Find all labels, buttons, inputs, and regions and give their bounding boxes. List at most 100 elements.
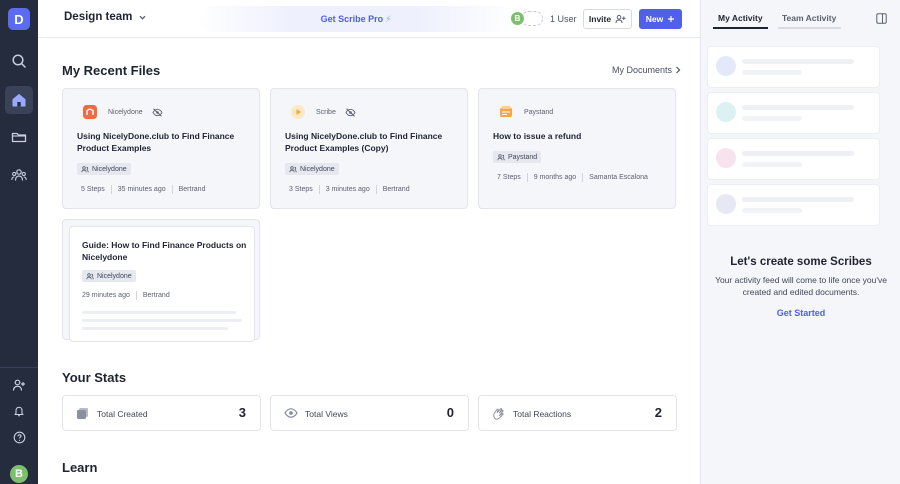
tag-label: Nicelydone <box>300 165 335 173</box>
folder-tag: Paystand <box>493 151 542 163</box>
add-user-icon[interactable] <box>5 371 33 399</box>
file-title: How to issue a refund <box>493 131 582 141</box>
file-title: Using NicelyDone.club to Find Finance Pr… <box>77 131 235 153</box>
placeholder-line <box>82 319 242 322</box>
tab-my-activity[interactable]: My Activity <box>718 13 763 23</box>
folder-icon[interactable] <box>5 123 33 151</box>
bell-icon[interactable] <box>5 397 33 425</box>
guide-meta: 29 minutes ago Bertrand <box>82 291 170 300</box>
member-avatar: B <box>510 11 525 26</box>
clap-icon <box>492 407 505 420</box>
step-count: 7 Steps <box>497 174 521 181</box>
step-count: 3 Steps <box>289 186 313 193</box>
member-avatars[interactable]: B <box>510 11 546 27</box>
learn-heading: Learn <box>62 460 98 475</box>
add-user-icon <box>615 14 626 24</box>
bolt-icon: ⚡ <box>385 13 392 24</box>
folder-tag: Nicelydone <box>285 163 339 175</box>
file-card[interactable]: Paystand How to issue a refund Paystand … <box>478 88 676 209</box>
stat-label: Total Created <box>97 409 148 419</box>
tag-label: Paystand <box>508 153 538 161</box>
invite-button[interactable]: Invite <box>583 9 632 29</box>
hidden-eye-icon <box>152 107 163 117</box>
home-icon[interactable] <box>5 86 33 114</box>
edited-time: 9 months ago <box>533 174 577 181</box>
workspace-logo[interactable]: D <box>8 8 30 30</box>
users-icon <box>497 153 505 161</box>
get-started-link[interactable]: Get Started <box>701 308 900 318</box>
tab-underline <box>778 27 841 29</box>
empty-state-description: Your activity feed will come to life onc… <box>715 275 887 297</box>
folder-tag: Nicelydone <box>77 163 131 175</box>
author-name: Bertrand <box>178 186 206 193</box>
file-meta: 3 Steps 3 minutes ago Bertrand <box>289 185 410 194</box>
invite-label: Invite <box>588 14 612 24</box>
main-content: My Recent Files My Documents Nicelydone … <box>38 38 700 484</box>
source-name: Nicelydone <box>108 108 143 116</box>
tab-team-activity[interactable]: Team Activity <box>782 13 836 23</box>
edited-time: 3 minutes ago <box>325 186 370 193</box>
guide-title: Guide: How to Find Finance Products on N… <box>82 240 247 262</box>
user-avatar[interactable]: B <box>10 465 28 483</box>
chevron-right-icon <box>675 66 681 74</box>
empty-state-title: Let's create some Scribes <box>730 256 872 268</box>
activity-placeholder <box>707 184 880 226</box>
guide-card[interactable]: Guide: How to Find Finance Products on N… <box>62 219 260 342</box>
placeholder-line <box>82 311 236 314</box>
file-source: Nicelydone <box>81 103 163 121</box>
placeholder-line <box>82 327 228 330</box>
file-meta: 7 Steps 9 months ago Samanta Escalona <box>497 173 648 182</box>
step-count: 5 Steps <box>81 186 105 193</box>
stat-card-reactions: Total Reactions 2 <box>478 395 677 431</box>
user-count[interactable]: 1 User <box>550 14 577 24</box>
stat-value: 2 <box>654 405 662 420</box>
file-card[interactable]: Nicelydone Using NicelyDone.club to Find… <box>62 88 260 209</box>
document-icon <box>76 407 89 420</box>
my-documents-label: My Documents <box>612 65 673 75</box>
team-name: Design team <box>64 11 133 23</box>
upgrade-promo[interactable]: Get Scribe Pro ⚡ <box>198 6 514 32</box>
tag-label: Nicelydone <box>97 272 132 280</box>
stats-heading: Your Stats <box>62 370 127 385</box>
edited-time: 35 minutes ago <box>117 186 166 193</box>
activity-placeholder <box>707 92 880 134</box>
stat-label: Total Views <box>305 409 348 419</box>
plus-icon <box>667 15 675 23</box>
eye-icon <box>284 407 298 419</box>
new-label: New <box>645 14 664 24</box>
new-button[interactable]: New <box>639 9 682 29</box>
source-name: Scribe <box>316 108 336 116</box>
author-name: Bertrand <box>382 186 410 193</box>
file-meta: 5 Steps 35 minutes ago Bertrand <box>81 185 205 194</box>
tag-label: Nicelydone <box>92 165 127 173</box>
users-icon <box>86 272 94 280</box>
activity-placeholder <box>707 138 880 180</box>
file-source: Paystand <box>497 103 553 121</box>
left-rail: D B <box>0 0 38 484</box>
recent-files-heading: My Recent Files <box>62 63 161 78</box>
rail-divider <box>0 367 38 368</box>
edited-time: 29 minutes ago <box>82 292 130 299</box>
stat-value: 0 <box>446 405 454 420</box>
stat-value: 3 <box>238 405 246 420</box>
users-icon <box>81 165 89 173</box>
team-switcher[interactable]: Design team <box>64 11 147 23</box>
activity-placeholder <box>707 46 880 88</box>
help-icon[interactable] <box>5 423 33 451</box>
file-card[interactable]: Scribe Using NicelyDone.club to Find Fin… <box>270 88 468 209</box>
chevron-down-icon <box>138 13 147 22</box>
search-icon[interactable] <box>5 47 33 75</box>
top-bar: Design team Get Scribe Pro ⚡ B 1 User In… <box>38 0 700 38</box>
hidden-eye-icon <box>345 107 356 117</box>
guide-preview: Guide: How to Find Finance Products on N… <box>69 226 255 342</box>
stat-label: Total Reactions <box>513 409 572 419</box>
team-icon[interactable] <box>5 161 33 189</box>
stat-card-created: Total Created 3 <box>62 395 261 431</box>
users-icon <box>289 165 297 173</box>
file-title: Using NicelyDone.club to Find Finance Pr… <box>285 131 443 153</box>
panel-toggle-icon[interactable] <box>876 13 887 24</box>
my-documents-link[interactable]: My Documents <box>612 65 681 75</box>
file-source: Scribe <box>289 103 356 121</box>
scribe-app-icon <box>289 103 307 121</box>
author-name: Bertrand <box>142 292 170 299</box>
